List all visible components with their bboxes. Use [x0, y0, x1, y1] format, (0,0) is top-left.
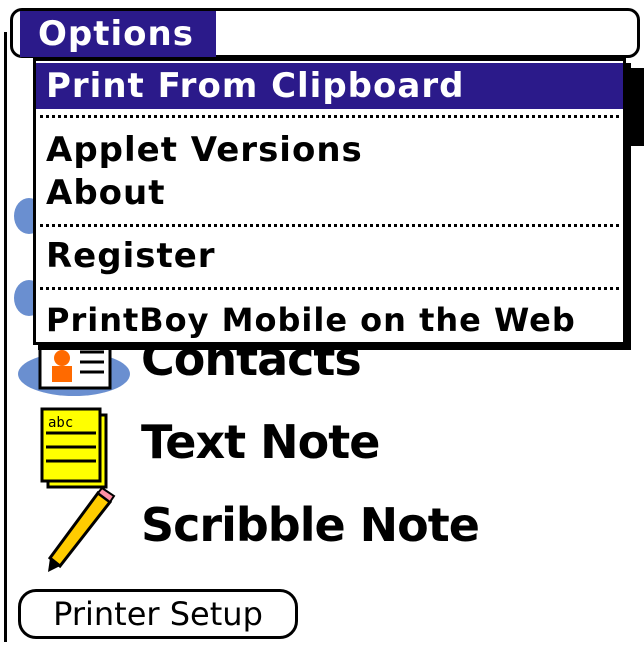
- printer-setup-button[interactable]: Printer Setup: [18, 589, 298, 639]
- text-note-icon: abc: [40, 407, 108, 489]
- menu-item-applet-versions[interactable]: Applet Versions: [36, 129, 623, 171]
- menu-item-print-from-clipboard[interactable]: Print From Clipboard: [36, 63, 623, 109]
- options-dropdown-menu: Print From Clipboard Applet Versions Abo…: [33, 58, 626, 345]
- launcher-item-scribble-note[interactable]: Scribble Note: [18, 488, 480, 572]
- menu-options[interactable]: Options: [20, 11, 216, 57]
- text-note-icon-text: abc: [48, 415, 73, 431]
- menu-separator: [40, 224, 619, 227]
- menu-item-about[interactable]: About: [36, 172, 623, 214]
- menu-separator: [40, 115, 619, 118]
- menu-item-printboy-web[interactable]: PrintBoy Mobile on the Web: [36, 299, 623, 341]
- launcher-item-text-note[interactable]: abc Text Note: [18, 405, 438, 489]
- pencil-icon: [47, 488, 116, 572]
- frame-left-edge: [4, 32, 7, 642]
- menu-separator: [40, 287, 619, 290]
- scrollbar-thumb[interactable]: [631, 68, 644, 146]
- menu-item-register[interactable]: Register: [36, 235, 623, 277]
- launcher-item-label: Text Note: [141, 415, 380, 469]
- launcher-item-label: Scribble Note: [141, 498, 480, 552]
